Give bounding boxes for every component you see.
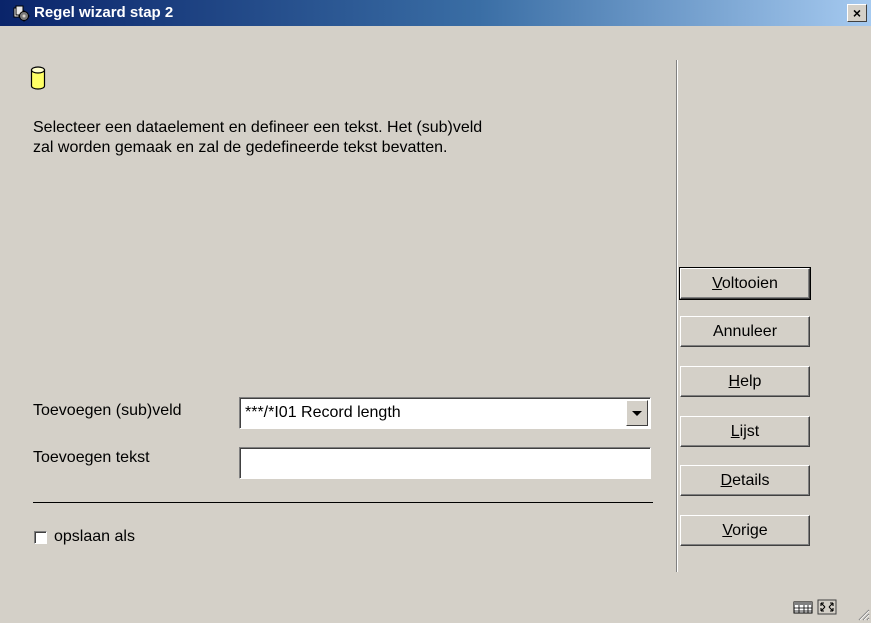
field-dropdown[interactable]: ***/*I01 Record length: [239, 397, 651, 429]
help-label: elp: [740, 372, 762, 390]
vorige-button[interactable]: Vorige: [680, 515, 810, 546]
vorige-mnemonic: V: [722, 521, 733, 539]
details-label: etails: [732, 471, 770, 489]
instruction-text: Selecteer een dataelement en defineer ee…: [33, 119, 483, 156]
text-input[interactable]: [239, 447, 651, 479]
dropdown-arrow-button[interactable]: [626, 400, 648, 426]
chevron-down-icon: [632, 411, 642, 416]
horizontal-divider: [33, 502, 653, 503]
help-button[interactable]: Help: [680, 366, 810, 397]
vertical-divider: [676, 60, 678, 572]
voltooien-mnemonic: V: [712, 274, 722, 292]
field-label: Toevoegen (sub)veld: [33, 402, 182, 419]
lijst-button[interactable]: Lijst: [680, 416, 810, 447]
close-button[interactable]: ×: [847, 4, 867, 22]
annuleer-label: Annuleer: [712, 322, 778, 340]
annuleer-button[interactable]: Annuleer: [680, 316, 810, 347]
database-icon: [30, 66, 46, 90]
save-as-label[interactable]: opslaan als: [54, 528, 135, 546]
voltooien-button[interactable]: Voltooien: [679, 267, 811, 300]
text-label: Toevoegen tekst: [33, 449, 150, 466]
details-button[interactable]: Details: [680, 465, 810, 496]
help-mnemonic: H: [728, 372, 741, 390]
resize-icon[interactable]: [817, 599, 837, 615]
app-icon: [13, 5, 30, 22]
size-grip-icon[interactable]: [856, 607, 870, 621]
details-mnemonic: D: [720, 471, 733, 489]
close-icon: ×: [852, 4, 862, 21]
vorige-label: orige: [732, 521, 768, 539]
grid-icon[interactable]: [793, 599, 813, 615]
lijst-label: ijst: [739, 422, 760, 440]
title-bar: Regel wizard stap 2 ×: [0, 0, 871, 26]
voltooien-label: oltooien: [721, 274, 778, 292]
lijst-mnemonic: L: [730, 422, 740, 440]
field-dropdown-value: ***/*I01 Record length: [245, 404, 401, 421]
window-title: Regel wizard stap 2: [34, 4, 174, 21]
save-as-checkbox[interactable]: [34, 531, 47, 544]
